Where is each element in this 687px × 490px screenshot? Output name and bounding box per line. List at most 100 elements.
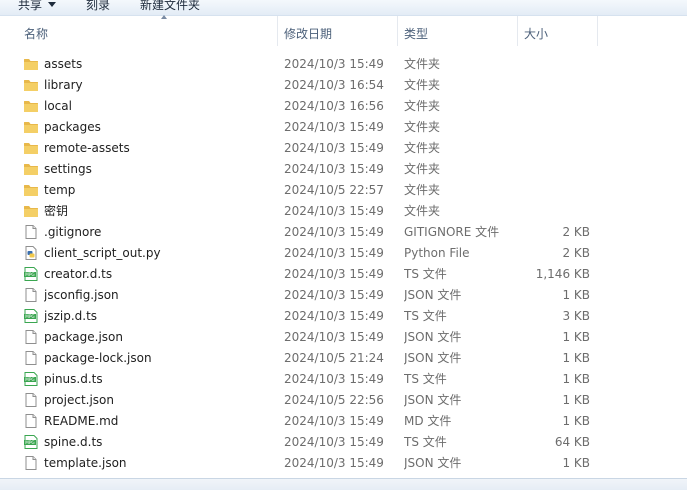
- table-row[interactable]: library 2024/10/3 16:54 文件夹: [0, 75, 687, 96]
- file-name: local: [44, 99, 72, 113]
- svg-text:MPG: MPG: [25, 314, 34, 319]
- chevron-down-icon: [48, 2, 57, 7]
- folder-icon: [23, 56, 39, 72]
- file-name: README.md: [44, 414, 119, 428]
- table-row[interactable]: MPG jszip.d.ts 2024/10/3 15:49 TS 文件 3 KB: [0, 306, 687, 327]
- file-list: assets 2024/10/3 15:49 文件夹 library 2024/10/3…: [0, 54, 687, 474]
- file-type: 文件夹: [404, 141, 441, 155]
- svg-text:MPG: MPG: [25, 440, 34, 445]
- file-type: 文件夹: [404, 120, 441, 134]
- file-type: JSON 文件: [404, 351, 462, 365]
- python-file-icon: [23, 245, 39, 261]
- file-date: 2024/10/5 22:56: [284, 393, 384, 407]
- file-icon: [23, 455, 39, 471]
- file-size: 1 KB: [562, 372, 590, 386]
- file-size: 2 KB: [562, 246, 590, 260]
- table-row[interactable]: client_script_out.py 2024/10/3 15:49 Pytho…: [0, 243, 687, 264]
- table-row[interactable]: package.json 2024/10/3 15:49 JSON 文件 1 KB: [0, 327, 687, 348]
- folder-icon: [23, 140, 39, 156]
- file-date: 2024/10/3 15:49: [284, 141, 384, 155]
- burn-label: 刻录: [86, 0, 111, 12]
- file-icon: [23, 287, 39, 303]
- file-date: 2024/10/3 16:56: [284, 99, 384, 113]
- table-row[interactable]: local 2024/10/3 16:56 文件夹: [0, 96, 687, 117]
- table-row[interactable]: remote-assets 2024/10/3 15:49 文件夹: [0, 138, 687, 159]
- table-row[interactable]: MPG spine.d.ts 2024/10/3 15:49 TS 文件 64 KB: [0, 432, 687, 453]
- column-header-size[interactable]: 大小: [518, 16, 598, 46]
- file-date: 2024/10/3 15:49: [284, 204, 384, 218]
- file-size: 1 KB: [562, 351, 590, 365]
- file-date: 2024/10/3 15:49: [284, 162, 384, 176]
- file-date: 2024/10/5 22:57: [284, 183, 384, 197]
- folder-icon: [23, 182, 39, 198]
- svg-text:MPG: MPG: [25, 377, 34, 382]
- file-type: JSON 文件: [404, 456, 462, 470]
- file-date: 2024/10/3 15:49: [284, 330, 384, 344]
- column-header-date[interactable]: 修改日期: [278, 16, 398, 46]
- column-header-type[interactable]: 类型: [398, 16, 518, 46]
- burn-button[interactable]: 刻录: [86, 0, 110, 14]
- file-type: JSON 文件: [404, 288, 462, 302]
- folder-icon: [23, 203, 39, 219]
- file-name: library: [44, 78, 83, 92]
- table-row[interactable]: package-lock.json 2024/10/5 21:24 JSON 文件 1…: [0, 348, 687, 369]
- file-name: settings: [44, 162, 92, 176]
- file-icon: [23, 413, 39, 429]
- file-type: Python File: [404, 246, 470, 260]
- table-row[interactable]: README.md 2024/10/3 15:49 MD 文件 1 KB: [0, 411, 687, 432]
- file-size: 1 KB: [562, 456, 590, 470]
- table-row[interactable]: MPG pinus.d.ts 2024/10/3 15:49 TS 文件 1 KB: [0, 369, 687, 390]
- new-folder-button[interactable]: 新建文件夹: [140, 0, 200, 14]
- file-name: remote-assets: [44, 141, 130, 155]
- file-size: [520, 54, 590, 75]
- file-icon: [23, 392, 39, 408]
- file-icon: [23, 224, 39, 240]
- file-type: TS 文件: [404, 267, 447, 281]
- file-name: jszip.d.ts: [44, 309, 98, 323]
- file-name: spine.d.ts: [44, 435, 103, 449]
- table-row[interactable]: settings 2024/10/3 15:49 文件夹: [0, 159, 687, 180]
- file-name: template.json: [44, 456, 127, 470]
- file-name: pinus.d.ts: [44, 372, 103, 386]
- file-icon: [23, 350, 39, 366]
- file-date: 2024/10/3 15:49: [284, 246, 384, 260]
- file-icon: [23, 329, 39, 345]
- folder-icon: [23, 98, 39, 114]
- table-row[interactable]: project.json 2024/10/5 22:56 JSON 文件 1 KB: [0, 390, 687, 411]
- column-header-size-label: 大小: [524, 27, 549, 41]
- file-size: 3 KB: [562, 309, 590, 323]
- file-type: 文件夹: [404, 99, 441, 113]
- file-date: 2024/10/3 15:49: [284, 372, 384, 386]
- share-menu-button[interactable]: 共享: [18, 0, 57, 14]
- column-header-name[interactable]: 名称: [18, 15, 278, 46]
- table-row[interactable]: 密钥 2024/10/3 15:49 文件夹: [0, 201, 687, 222]
- table-row[interactable]: MPG creator.d.ts 2024/10/3 15:49 TS 文件 1,146…: [0, 264, 687, 285]
- file-size: [520, 117, 590, 138]
- file-size: [520, 96, 590, 117]
- folder-icon: [23, 77, 39, 93]
- sort-ascending-icon: [161, 15, 167, 19]
- folder-icon: [23, 119, 39, 135]
- file-name: package.json: [44, 330, 124, 344]
- file-size: 2 KB: [562, 225, 590, 239]
- file-size: 64 KB: [554, 435, 590, 449]
- file-name: creator.d.ts: [44, 267, 113, 281]
- file-size: 1,146 KB: [535, 267, 590, 281]
- file-size: 1 KB: [562, 414, 590, 428]
- file-date: 2024/10/3 15:49: [284, 435, 384, 449]
- file-name: .gitignore: [44, 225, 102, 239]
- table-row[interactable]: assets 2024/10/3 15:49 文件夹: [0, 54, 687, 75]
- table-row[interactable]: temp 2024/10/5 22:57 文件夹: [0, 180, 687, 201]
- command-bar: 共享 刻录 新建文件夹: [0, 0, 687, 16]
- file-type: MD 文件: [404, 414, 452, 428]
- table-row[interactable]: .gitignore 2024/10/3 15:49 GITIGNORE 文件 2 K…: [0, 222, 687, 243]
- ts-file-icon: MPG: [23, 371, 39, 387]
- file-date: 2024/10/3 15:49: [284, 225, 384, 239]
- file-type: GITIGNORE 文件: [404, 225, 500, 239]
- table-row[interactable]: jsconfig.json 2024/10/3 15:49 JSON 文件 1 KB: [0, 285, 687, 306]
- file-date: 2024/10/3 15:49: [284, 120, 384, 134]
- table-row[interactable]: packages 2024/10/3 15:49 文件夹: [0, 117, 687, 138]
- file-name: jsconfig.json: [44, 288, 119, 302]
- new-folder-label: 新建文件夹: [140, 0, 201, 12]
- table-row[interactable]: template.json 2024/10/3 15:49 JSON 文件 1 KB: [0, 453, 687, 474]
